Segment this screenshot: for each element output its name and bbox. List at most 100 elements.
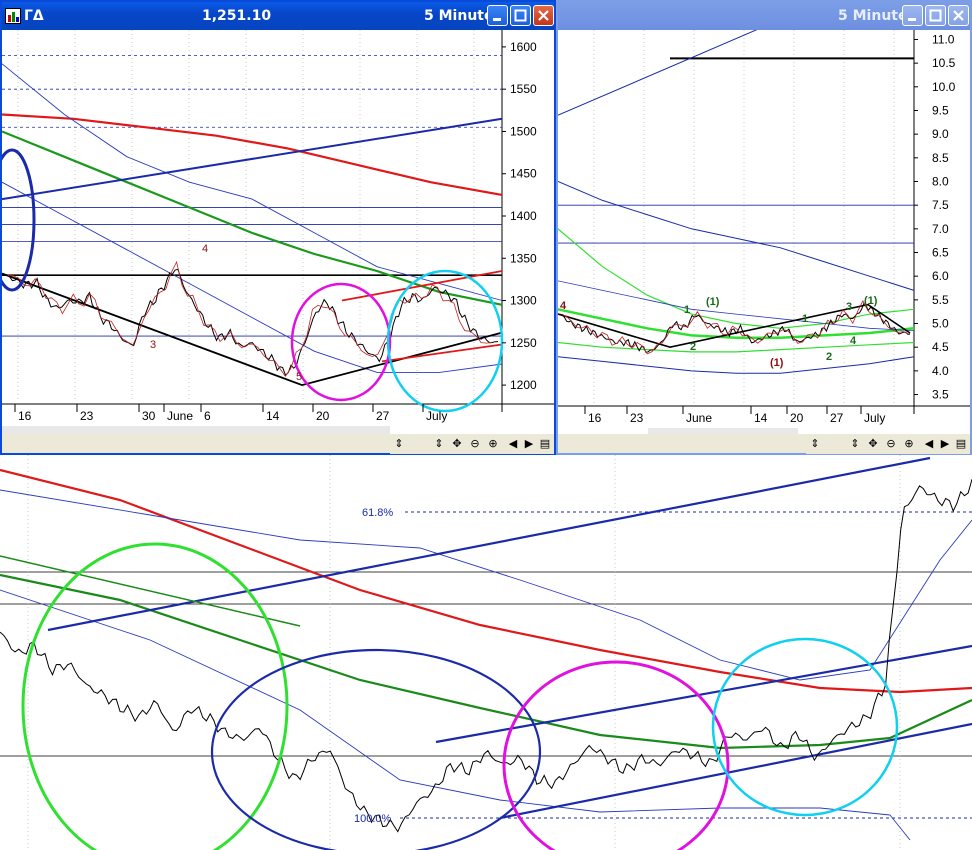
right-wave-label: 3: [846, 301, 852, 313]
left-x-tick-label: 20: [316, 409, 330, 423]
right-chart-window[interactable]: 5 Minute 4 1 (1) 2 1 (1) 2 3 (1) 4 11.0 10.5 10.0 9.5…: [556, 0, 972, 455]
left-y-tick-label: 1450: [510, 167, 537, 181]
left-x-tick-label: July: [426, 409, 447, 423]
left-x-tick-label: 27: [376, 409, 390, 423]
pan-icon[interactable]: ✥: [450, 436, 464, 451]
left-wave-label: 4: [202, 243, 208, 255]
left-maximize-button[interactable]: [510, 5, 531, 26]
right-scrollbar: [648, 428, 798, 434]
right-x-tick-label: 16: [588, 411, 602, 425]
prev-icon[interactable]: ◀: [922, 436, 936, 451]
left-title-bar[interactable]: ΓΔ 1,251.10 5 Minute: [2, 2, 554, 30]
left-y-tick-label: 1300: [510, 294, 537, 308]
right-black-trendline: [558, 303, 911, 349]
left-price: 1,251.10: [202, 8, 272, 24]
right-wave-label: 1: [802, 313, 808, 325]
left-interval: 5 Minute: [424, 8, 494, 24]
bottom-ellipses: [21, 542, 899, 850]
zoom-in-icon[interactable]: ⊕: [902, 436, 916, 451]
right-light-green-upper: [558, 228, 915, 329]
left-x-tick-label: 30: [142, 409, 156, 423]
right-maximize-button[interactable]: [925, 5, 946, 26]
prev-icon[interactable]: ◀: [506, 436, 520, 451]
left-toolbar: ⇕ ⇕ ✥ ⊖ ⊕ ◀ ▶ ▤: [390, 434, 554, 454]
left-wave-label: 5: [296, 371, 302, 383]
left-green-ma: [2, 130, 503, 306]
right-y-tick-label: 7.0: [932, 222, 949, 236]
left-chart-window[interactable]: ΓΔ 1,251.10 5 Minute 3 4 5 1600 1550 1500 1450…: [0, 0, 556, 455]
left-x-tick-label: 16: [18, 409, 32, 423]
right-title-bar[interactable]: 5 Minute: [558, 2, 970, 30]
left-x-tick-label: 6: [204, 409, 211, 423]
right-minimize-button[interactable]: [902, 5, 923, 26]
menu-icon[interactable]: ▤: [538, 436, 552, 451]
zoom-out-icon[interactable]: ⊖: [884, 436, 898, 451]
menu-icon[interactable]: ▤: [954, 436, 968, 451]
right-wave-label: 2: [690, 341, 696, 353]
left-y-tick-label: 1200: [510, 378, 537, 392]
left-close-button[interactable]: [533, 5, 554, 26]
right-y-tick-label: 8.0: [932, 174, 949, 188]
left-y-tick-label: 1600: [510, 40, 537, 54]
left-symbol: ΓΔ: [24, 8, 44, 24]
left-x-tick-label: 23: [80, 409, 94, 423]
left-blue-trendline: [2, 117, 503, 201]
right-blue-trendline: [558, 30, 758, 116]
zoom-vertical-icon[interactable]: ⇕: [848, 436, 862, 451]
zoom-out-icon[interactable]: ⊖: [468, 436, 482, 451]
right-x-tick-label: June: [686, 411, 712, 425]
bottom-blue-channel-bottom: [499, 722, 972, 820]
scroll-icon[interactable]: ⇕: [392, 436, 406, 451]
close-icon: [538, 10, 549, 21]
bottom-green-ellipse: [21, 542, 289, 850]
next-icon[interactable]: ▶: [522, 436, 536, 451]
bottom-red-ma: [0, 468, 972, 694]
next-icon[interactable]: ▶: [938, 436, 952, 451]
maximize-icon: [514, 9, 527, 22]
right-y-tick-label: 9.5: [932, 103, 949, 117]
right-wave-label: (1): [770, 357, 784, 369]
fib-label-618: 61.8%: [362, 507, 393, 519]
bottom-upper-band: [0, 489, 972, 681]
right-y-tick-label: 10.0: [932, 80, 956, 94]
right-y-tick-label: 9.0: [932, 127, 949, 141]
left-scrollbar: [2, 426, 390, 434]
right-y-tick-label: 8.5: [932, 151, 949, 165]
right-wave-label: 2: [826, 351, 832, 363]
zoom-in-icon[interactable]: ⊕: [486, 436, 500, 451]
left-plot-area[interactable]: 3 4 5 1600 1550 1500 1450 1400 1350 1300 1250 1200 1…: [2, 30, 554, 434]
right-x-tick-label: 23: [630, 411, 644, 425]
right-y-tick-label: 4.5: [932, 340, 949, 354]
chart-icon: [5, 8, 21, 24]
left-minimize-button[interactable]: [487, 5, 508, 26]
fib-label-100: 100.0%: [354, 813, 392, 825]
right-wave-label: (1): [706, 296, 720, 308]
pan-icon[interactable]: ✥: [866, 436, 880, 451]
left-magenta-ellipse: [290, 282, 392, 402]
right-x-tick-label: 20: [790, 411, 804, 425]
right-toolbar: ⇕ ⇕ ✥ ⊖ ⊕ ◀ ▶ ▤: [806, 434, 970, 454]
left-x-tick-label: June: [167, 409, 193, 423]
left-red-channel-bottom: [381, 343, 503, 363]
bottom-price-line: [0, 479, 972, 833]
zoom-vertical-icon[interactable]: ⇕: [432, 436, 446, 451]
right-y-tick-label: 7.5: [932, 198, 949, 212]
left-y-tick-label: 1500: [510, 124, 537, 138]
minimize-icon: [908, 18, 916, 21]
left-red-ma: [2, 113, 503, 196]
right-wave-label: 4: [850, 335, 857, 347]
right-upper-band: [558, 181, 915, 291]
right-plot-area[interactable]: 4 1(1)21(1) 23 (1)411.010.510.09.59.08.58.0…: [558, 30, 970, 434]
bottom-green-ma: [0, 573, 972, 750]
scroll-icon[interactable]: ⇕: [808, 436, 822, 451]
minimize-icon: [493, 18, 501, 21]
right-x-tick-label: 14: [754, 411, 768, 425]
close-icon: [953, 10, 964, 21]
bottom-cyan-ellipse: [711, 637, 899, 817]
left-wave-label: 3: [150, 339, 156, 351]
left-y-tick-label: 1350: [510, 251, 537, 265]
right-close-button[interactable]: [948, 5, 969, 26]
right-wave-label: 4: [560, 300, 567, 312]
right-y-tick-label: 6.5: [932, 246, 949, 260]
right-y-tick-label: 6.0: [932, 269, 949, 283]
